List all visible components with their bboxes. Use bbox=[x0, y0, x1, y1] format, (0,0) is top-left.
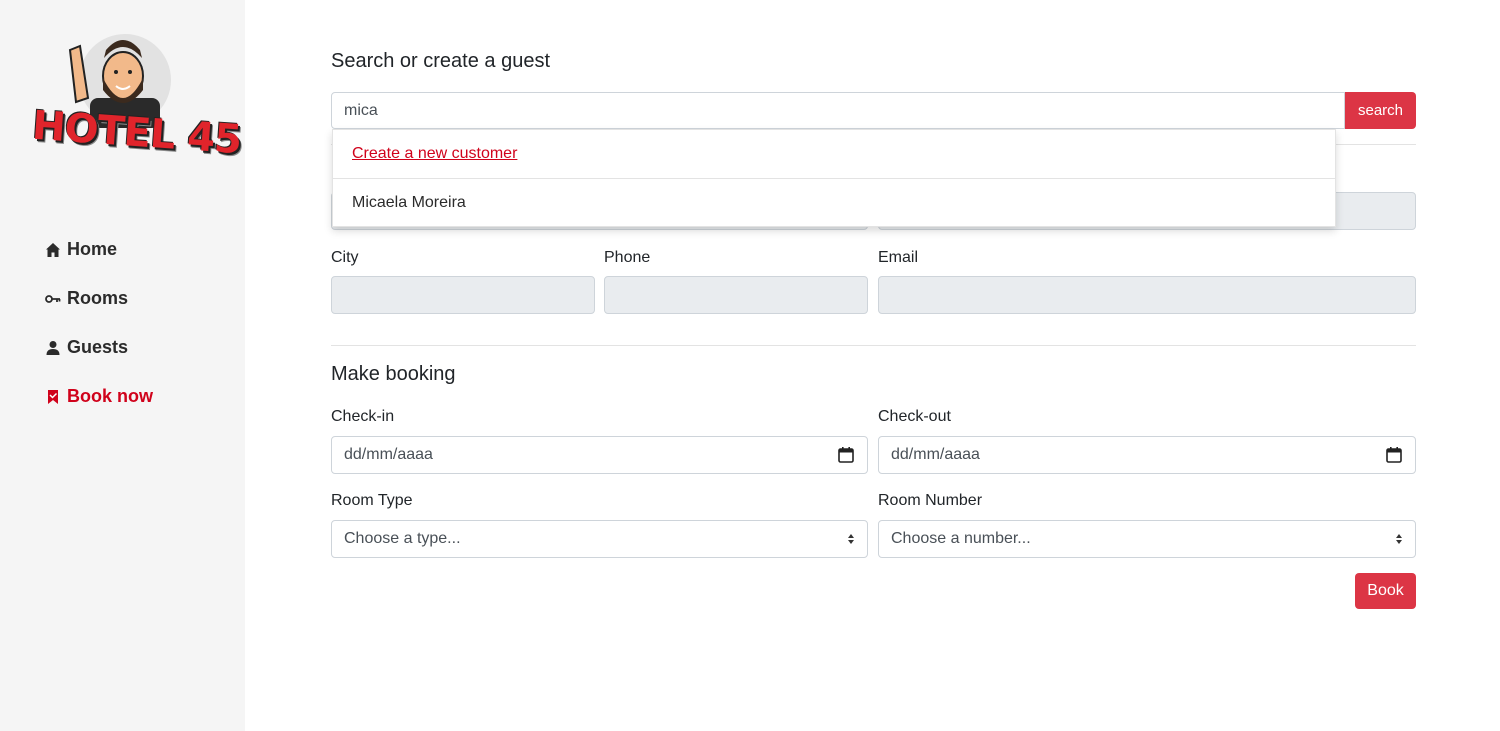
calendar-icon[interactable] bbox=[1385, 446, 1403, 464]
sidebar-item-book-now[interactable]: Book now bbox=[44, 372, 153, 421]
sidebar-item-label: Home bbox=[67, 239, 118, 259]
result-name: Micaela Moreira bbox=[352, 193, 466, 211]
user-icon bbox=[44, 339, 62, 357]
bookmark-icon bbox=[44, 388, 62, 406]
sidebar-item-label: Guests bbox=[67, 337, 129, 357]
room-number-value: Choose a number... bbox=[891, 530, 1031, 547]
sidebar-item-guests[interactable]: Guests bbox=[44, 323, 153, 372]
search-button[interactable]: search bbox=[1345, 92, 1416, 129]
checkin-date-input[interactable]: dd/mm/aaaa bbox=[331, 436, 868, 474]
room-type-label: Room Type bbox=[331, 492, 413, 509]
calendar-icon[interactable] bbox=[837, 446, 855, 464]
room-type-value: Choose a type... bbox=[344, 530, 461, 547]
search-input[interactable] bbox=[331, 92, 1345, 129]
dropdown-item-result[interactable]: Micaela Moreira bbox=[333, 178, 1335, 226]
select-caret-icon bbox=[848, 534, 854, 544]
checkout-date-input[interactable]: dd/mm/aaaa bbox=[878, 436, 1416, 474]
book-button[interactable]: Book bbox=[1355, 573, 1416, 609]
booking-title: Make booking bbox=[331, 363, 456, 385]
home-icon bbox=[44, 241, 62, 259]
sidebar-nav: Home Rooms Guests Book now bbox=[44, 225, 153, 421]
dropdown-item-create: Create a new customer bbox=[333, 130, 1335, 178]
sidebar-item-label: Rooms bbox=[67, 288, 129, 308]
sidebar-item-rooms[interactable]: Rooms bbox=[44, 274, 153, 323]
room-number-label: Room Number bbox=[878, 492, 983, 509]
room-type-select[interactable]: Choose a type... bbox=[331, 520, 868, 558]
search-bar: search bbox=[331, 92, 1416, 129]
checkout-placeholder: dd/mm/aaaa bbox=[891, 446, 980, 463]
checkout-label: Check-out bbox=[878, 408, 951, 425]
search-title: Search or create a guest bbox=[331, 50, 551, 72]
city-label: City bbox=[331, 249, 359, 266]
search-results-dropdown: Create a new customer Micaela Moreira bbox=[332, 129, 1336, 227]
room-number-select[interactable]: Choose a number... bbox=[878, 520, 1416, 558]
sidebar: HOTEL 45 Home Rooms Guests Book now bbox=[0, 0, 245, 731]
divider bbox=[331, 345, 1416, 346]
email-label: Email bbox=[878, 249, 919, 266]
sidebar-item-home[interactable]: Home bbox=[44, 225, 153, 274]
key-icon bbox=[44, 290, 62, 308]
checkin-placeholder: dd/mm/aaaa bbox=[344, 446, 433, 463]
phone-label: Phone bbox=[604, 249, 651, 266]
checkin-label: Check-in bbox=[331, 408, 395, 425]
email-field[interactable] bbox=[878, 276, 1416, 314]
create-customer-link[interactable]: Create a new customer bbox=[352, 145, 517, 163]
city-field[interactable] bbox=[331, 276, 595, 314]
select-caret-icon bbox=[1396, 534, 1402, 544]
sidebar-item-label: Book now bbox=[67, 386, 153, 406]
phone-field[interactable] bbox=[604, 276, 868, 314]
hotel-logo[interactable]: HOTEL 45 bbox=[28, 28, 243, 163]
